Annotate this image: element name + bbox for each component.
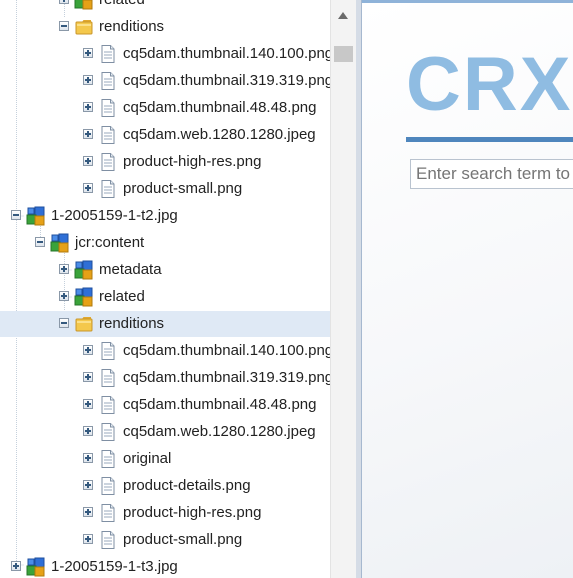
file-icon xyxy=(98,125,118,145)
search-input[interactable] xyxy=(410,159,573,189)
plus-box-icon[interactable] xyxy=(83,156,93,166)
tree-row[interactable]: product-details.png xyxy=(0,473,330,499)
tree-node-label[interactable]: related xyxy=(99,0,145,10)
plus-box-icon[interactable] xyxy=(83,453,93,463)
tree-node-label[interactable]: product-high-res.png xyxy=(123,152,261,172)
tree-row[interactable]: cq5dam.thumbnail.319.319.png xyxy=(0,365,330,391)
minus-box-icon[interactable] xyxy=(11,210,21,220)
tree-row[interactable]: cq5dam.web.1280.1280.jpeg xyxy=(0,122,330,148)
tree-node-label[interactable]: cq5dam.thumbnail.140.100.png xyxy=(123,341,330,361)
tree-row[interactable]: cq5dam.thumbnail.48.48.png xyxy=(0,95,330,121)
plus-box-icon[interactable] xyxy=(83,183,93,193)
file-icon xyxy=(98,98,118,118)
plus-box-icon[interactable] xyxy=(83,480,93,490)
tree-node-label[interactable]: 1-2005159-1-t3.jpg xyxy=(51,557,178,577)
plus-box-icon[interactable] xyxy=(59,264,69,274)
tree-node-label[interactable]: metadata xyxy=(99,260,162,280)
tree-row[interactable]: product-high-res.png xyxy=(0,500,330,526)
tree-row[interactable]: 1-2005159-1-t3.jpg xyxy=(0,554,330,578)
tree-scrollbar[interactable] xyxy=(330,0,356,578)
tree-row[interactable]: cq5dam.thumbnail.319.319.png xyxy=(0,68,330,94)
tree-node-label[interactable]: product-small.png xyxy=(123,179,242,199)
tree-node-label[interactable]: cq5dam.thumbnail.48.48.png xyxy=(123,395,316,415)
tree-row[interactable]: renditions xyxy=(0,311,330,337)
tree-node-label[interactable]: cq5dam.thumbnail.319.319.png xyxy=(123,71,330,91)
jcr-node-icon xyxy=(74,287,94,307)
tree-row[interactable]: product-high-res.png xyxy=(0,149,330,175)
tree-row[interactable]: metadata xyxy=(0,257,330,283)
plus-box-icon[interactable] xyxy=(83,48,93,58)
folder-icon xyxy=(74,314,94,334)
file-icon xyxy=(98,395,118,415)
file-icon xyxy=(98,44,118,64)
scroll-thumb[interactable] xyxy=(334,46,353,62)
file-icon xyxy=(98,152,118,172)
file-icon xyxy=(98,179,118,199)
plus-box-icon[interactable] xyxy=(59,0,69,4)
tree-node-label[interactable]: product-high-res.png xyxy=(123,503,261,523)
plus-box-icon[interactable] xyxy=(83,345,93,355)
tree-row[interactable]: cq5dam.thumbnail.140.100.png xyxy=(0,41,330,67)
tree-node-label[interactable]: cq5dam.thumbnail.48.48.png xyxy=(123,98,316,118)
tree-node-label[interactable]: jcr:content xyxy=(75,233,144,253)
tree-row[interactable]: product-small.png xyxy=(0,527,330,553)
file-icon xyxy=(98,71,118,91)
tree-node-label[interactable]: product-small.png xyxy=(123,530,242,550)
tree-node-label[interactable]: original xyxy=(123,449,171,469)
plus-box-icon[interactable] xyxy=(11,561,21,571)
tree-node-label[interactable]: related xyxy=(99,287,145,307)
tree-row[interactable]: renditions xyxy=(0,14,330,40)
crx-logo: CRX xyxy=(406,42,573,127)
minus-box-icon[interactable] xyxy=(35,237,45,247)
file-icon xyxy=(98,530,118,550)
tree-row[interactable]: product-small.png xyxy=(0,176,330,202)
plus-box-icon[interactable] xyxy=(83,75,93,85)
content-panel: CRX xyxy=(362,0,573,578)
tree-node-label[interactable]: cq5dam.thumbnail.140.100.png xyxy=(123,44,330,64)
tree-node-label[interactable]: renditions xyxy=(99,314,164,334)
plus-box-icon[interactable] xyxy=(83,102,93,112)
tree-node-label[interactable]: renditions xyxy=(99,17,164,37)
jcr-node-icon xyxy=(74,260,94,280)
tree-row[interactable]: cq5dam.thumbnail.140.100.png xyxy=(0,338,330,364)
logo-divider xyxy=(406,137,573,142)
plus-box-icon[interactable] xyxy=(83,399,93,409)
file-icon xyxy=(98,449,118,469)
tree-row[interactable]: 1-2005159-1-t2.jpg xyxy=(0,203,330,229)
file-icon xyxy=(98,422,118,442)
minus-box-icon[interactable] xyxy=(59,21,69,31)
file-icon xyxy=(98,503,118,523)
tree-node-label[interactable]: cq5dam.thumbnail.319.319.png xyxy=(123,368,330,388)
plus-box-icon[interactable] xyxy=(83,426,93,436)
folder-icon xyxy=(74,17,94,37)
jcr-node-icon xyxy=(26,206,46,226)
plus-box-icon[interactable] xyxy=(83,534,93,544)
file-icon xyxy=(98,368,118,388)
tree-row[interactable]: cq5dam.thumbnail.48.48.png xyxy=(0,392,330,418)
plus-box-icon[interactable] xyxy=(83,372,93,382)
tree-row[interactable]: cq5dam.web.1280.1280.jpeg xyxy=(0,419,330,445)
file-icon xyxy=(98,476,118,496)
minus-box-icon[interactable] xyxy=(59,318,69,328)
jcr-node-icon xyxy=(26,557,46,577)
crx-explorer-window: related renditions cq5dam.thumbnail.140.10… xyxy=(0,0,573,578)
tree-row[interactable]: related xyxy=(0,0,330,13)
tree-node-label[interactable]: cq5dam.web.1280.1280.jpeg xyxy=(123,422,316,442)
plus-box-icon[interactable] xyxy=(59,291,69,301)
tree-node-label[interactable]: product-details.png xyxy=(123,476,251,496)
scroll-up-icon[interactable] xyxy=(331,0,356,34)
tree-row[interactable]: jcr:content xyxy=(0,230,330,256)
jcr-node-icon xyxy=(50,233,70,253)
tree-node-label[interactable]: 1-2005159-1-t2.jpg xyxy=(51,206,178,226)
tree-row[interactable]: related xyxy=(0,284,330,310)
plus-box-icon[interactable] xyxy=(83,507,93,517)
tree-node-label[interactable]: cq5dam.web.1280.1280.jpeg xyxy=(123,125,316,145)
tree-row[interactable]: original xyxy=(0,446,330,472)
jcr-node-icon xyxy=(74,0,94,10)
file-icon xyxy=(98,341,118,361)
repository-tree-panel: related renditions cq5dam.thumbnail.140.10… xyxy=(0,0,330,578)
plus-box-icon[interactable] xyxy=(83,129,93,139)
